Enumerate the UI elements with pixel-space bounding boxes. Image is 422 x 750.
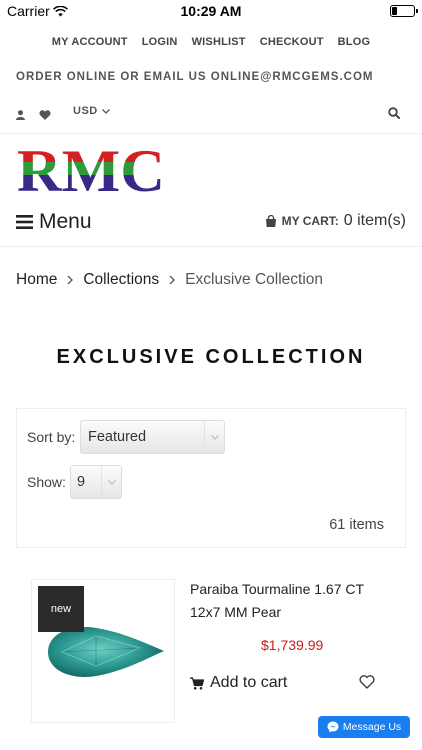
- breadcrumb-collections[interactable]: Collections: [83, 271, 159, 289]
- blog-link[interactable]: BLOG: [331, 36, 378, 48]
- cart-count: 0 item(s): [343, 212, 406, 229]
- wishlist-link[interactable]: WISHLIST: [185, 36, 253, 48]
- product-image[interactable]: new: [31, 579, 175, 723]
- collection-toolbar: Sort by: Featured Show: 9 61 items: [16, 408, 406, 548]
- messenger-icon: [327, 721, 339, 733]
- menu-button[interactable]: Menu: [16, 210, 92, 234]
- promo-banner: ORDER ONLINE OR EMAIL US ONLINE@RMCGEMS.…: [16, 71, 374, 83]
- header-divider: [0, 133, 422, 134]
- checkout-link[interactable]: CHECKOUT: [253, 36, 331, 48]
- sort-select[interactable]: Featured: [80, 420, 225, 454]
- cart-icon: [190, 676, 204, 690]
- show-value: 9: [77, 474, 86, 490]
- rmc-logo[interactable]: RMC: [16, 138, 166, 204]
- breadcrumb-current: Exclusive Collection: [185, 271, 324, 288]
- user-icon[interactable]: [16, 107, 25, 125]
- new-badge: new: [38, 586, 84, 632]
- cart-label: MY CART:: [281, 214, 339, 228]
- logo-text: RMC: [17, 143, 165, 195]
- cart-button[interactable]: MY CART: 0 item(s): [265, 212, 406, 230]
- message-us-button[interactable]: Message Us: [318, 716, 410, 738]
- sort-value: Featured: [88, 429, 147, 445]
- page-title: EXCLUSIVE COLLECTION: [56, 346, 366, 368]
- currency-selector[interactable]: USD: [73, 105, 110, 117]
- add-to-cart-button[interactable]: Add to cart: [190, 674, 287, 692]
- login-link[interactable]: LOGIN: [135, 36, 185, 48]
- chevron-down-icon: [101, 466, 121, 498]
- chevron-right-icon: [67, 272, 74, 288]
- item-count: 61 items: [329, 517, 384, 533]
- heart-icon[interactable]: [39, 107, 51, 125]
- message-us-label: Message Us: [342, 721, 402, 733]
- hamburger-icon: [16, 215, 33, 229]
- my-account-link[interactable]: MY ACCOUNT: [45, 36, 135, 48]
- menu-label: Menu: [39, 210, 92, 233]
- status-bar: Carrier 10:29 AM: [0, 0, 422, 22]
- show-label: Show:: [27, 474, 66, 490]
- add-to-cart-label: Add to cart: [210, 674, 288, 691]
- breadcrumb-home[interactable]: Home: [16, 271, 57, 289]
- utility-bar: USD: [0, 100, 422, 126]
- currency-value: USD: [73, 105, 98, 117]
- chevron-down-icon: [204, 421, 224, 453]
- chevron-down-icon: [101, 108, 110, 114]
- nav-divider: [0, 246, 422, 247]
- battery-icon: [390, 5, 418, 17]
- chevron-right-icon: [169, 272, 176, 288]
- product-title[interactable]: Paraiba Tourmaline 1.67 CT 12x7 MM Pear: [190, 578, 390, 624]
- shopping-bag-icon: [265, 215, 276, 227]
- account-links: MY ACCOUNT LOGIN WISHLIST CHECKOUT BLOG: [0, 36, 422, 48]
- sort-label: Sort by:: [27, 429, 76, 445]
- wishlist-heart-icon[interactable]: [359, 675, 375, 694]
- product-price: $1,739.99: [261, 637, 324, 653]
- search-icon[interactable]: [388, 106, 400, 124]
- show-select[interactable]: 9: [70, 465, 122, 499]
- clock: 10:29 AM: [180, 3, 242, 19]
- breadcrumb: Home Collections Exclusive Collection: [16, 271, 323, 289]
